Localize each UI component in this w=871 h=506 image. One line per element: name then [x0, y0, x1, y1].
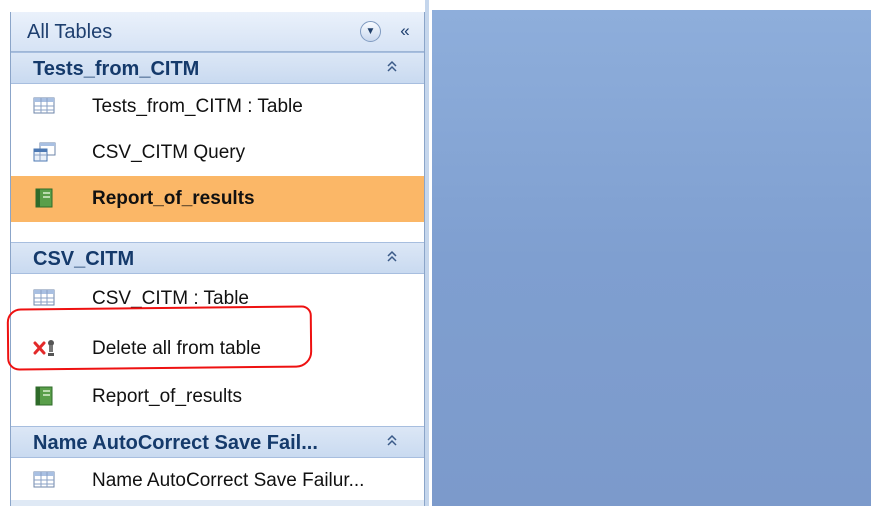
nav-item-name-autocorrect-table[interactable]: Name AutoCorrect Save Failur...	[11, 458, 424, 504]
nav-pane-bottom-edge	[11, 500, 424, 506]
nav-item-label: Delete all from table	[92, 338, 261, 359]
nav-item-label: Report_of_results	[92, 188, 255, 209]
report-icon	[33, 188, 57, 208]
double-chevron-up-icon[interactable]	[384, 249, 400, 266]
double-chevron-up-icon[interactable]	[384, 59, 400, 76]
group-header-csv-citm[interactable]: CSV_CITM	[11, 242, 424, 274]
table-icon	[33, 96, 57, 116]
workspace-top-edge	[432, 0, 871, 10]
group-label: CSV_CITM	[33, 248, 135, 270]
group-header-tests-from-citm[interactable]: Tests_from_CITM	[11, 52, 424, 84]
nav-item-csv-citm-query[interactable]: CSV_CITM Query	[11, 130, 424, 176]
nav-item-report-of-results-2[interactable]: Report_of_results	[11, 374, 424, 420]
nav-item-report-of-results[interactable]: Report_of_results	[11, 176, 424, 222]
table-icon	[33, 470, 57, 490]
nav-item-delete-all-from-table[interactable]: Delete all from table	[11, 326, 424, 372]
document-workspace	[432, 10, 871, 506]
nav-item-label: Name AutoCorrect Save Failur...	[92, 470, 365, 491]
group-header-name-autocorrect[interactable]: Name AutoCorrect Save Fail...	[11, 426, 424, 458]
navigation-pane: All Tables ▼ « Tests_from_CITM Tests_fro…	[10, 12, 425, 506]
query-icon	[33, 142, 57, 162]
nav-item-tests-from-citm-table[interactable]: Tests_from_CITM : Table	[11, 84, 424, 130]
table-icon	[33, 288, 57, 308]
report-icon	[33, 386, 57, 406]
delete-query-icon	[33, 338, 57, 358]
nav-item-csv-citm-table[interactable]: CSV_CITM : Table	[11, 276, 424, 322]
window-left-edge	[0, 0, 10, 506]
double-chevron-up-icon[interactable]	[384, 433, 400, 450]
nav-item-label: CSV_CITM Query	[92, 142, 246, 163]
nav-item-label: CSV_CITM : Table	[92, 288, 249, 309]
chevron-down-circle-icon[interactable]: ▼	[360, 21, 381, 42]
group-label: Tests_from_CITM	[33, 58, 200, 80]
nav-item-label: Tests_from_CITM : Table	[92, 96, 303, 117]
nav-pane-header[interactable]: All Tables ▼ «	[11, 12, 424, 52]
double-chevron-left-icon[interactable]: «	[393, 20, 417, 44]
group-label: Name AutoCorrect Save Fail...	[33, 432, 318, 454]
nav-item-label: Report_of_results	[92, 386, 242, 407]
nav-pane-title[interactable]: All Tables	[27, 21, 112, 44]
